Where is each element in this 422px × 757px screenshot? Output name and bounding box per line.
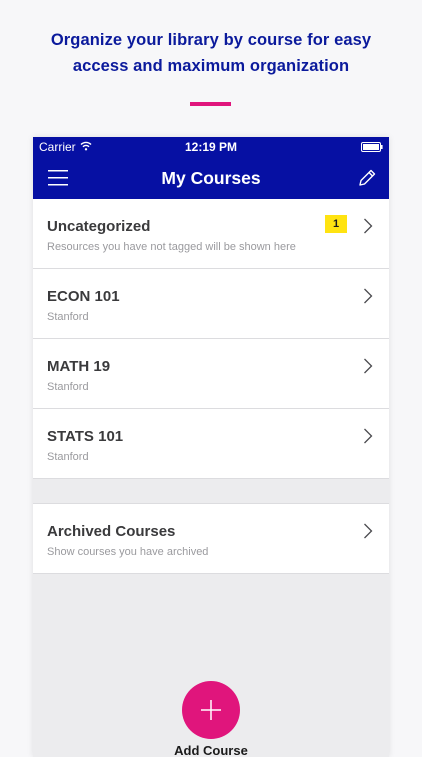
- plus-icon: [201, 700, 221, 720]
- chevron-right-icon: [364, 428, 373, 444]
- page-title: My Courses: [161, 168, 261, 188]
- course-row-stats-101[interactable]: STATS 101 Stanford: [33, 409, 389, 479]
- chevron-right-icon: [364, 523, 373, 539]
- course-title: MATH 19: [47, 358, 111, 375]
- promo-accent-divider: [190, 102, 231, 106]
- course-row-math-19[interactable]: MATH 19 Stanford: [33, 339, 389, 409]
- status-bar: Carrier 12:19 PM: [33, 137, 389, 157]
- course-row-uncategorized[interactable]: Uncategorized Resources you have not tag…: [33, 199, 389, 269]
- phone-screen: Carrier 12:19 PM My Courses Uncategorize…: [33, 137, 389, 757]
- course-title: Uncategorized: [47, 218, 151, 235]
- promo-headline: Organize your library by course for easy…: [50, 31, 372, 75]
- course-title: ECON 101: [47, 288, 120, 305]
- battery-icon: [361, 142, 383, 152]
- course-title: STATS 101: [47, 428, 124, 445]
- course-subtitle: Stanford: [47, 311, 89, 323]
- course-row-econ-101[interactable]: ECON 101 Stanford: [33, 269, 389, 339]
- course-subtitle: Stanford: [47, 381, 89, 393]
- edit-icon[interactable]: [357, 168, 377, 188]
- archived-subtitle: Show courses you have archived: [47, 546, 209, 558]
- chevron-right-icon: [364, 358, 373, 374]
- course-subtitle: Resources you have not tagged will be sh…: [47, 241, 296, 253]
- archived-title: Archived Courses: [47, 523, 176, 540]
- chevron-right-icon: [364, 218, 373, 234]
- course-list: Uncategorized Resources you have not tag…: [33, 199, 389, 574]
- chevron-right-icon: [364, 288, 373, 304]
- archived-courses-row[interactable]: Archived Courses Show courses you have a…: [33, 504, 389, 574]
- promo-banner: Organize your library by course for easy…: [0, 0, 422, 138]
- section-gap: [33, 479, 389, 504]
- status-time: 12:19 PM: [184, 140, 238, 154]
- add-course-label: Add Course: [174, 743, 248, 757]
- nav-bar: My Courses: [33, 157, 389, 199]
- course-subtitle: Stanford: [47, 451, 89, 463]
- count-badge: 1: [325, 215, 347, 233]
- add-course-button[interactable]: [182, 681, 240, 739]
